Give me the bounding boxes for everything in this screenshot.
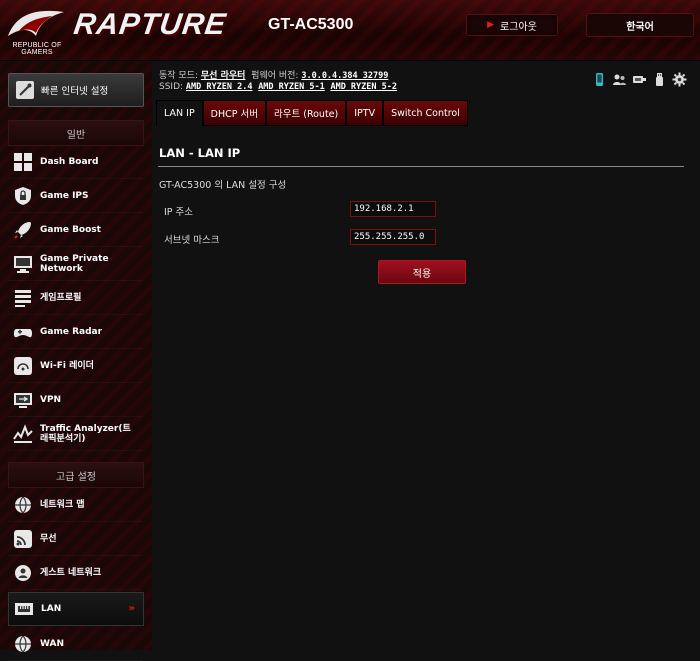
app-phone-icon[interactable] <box>592 72 607 87</box>
sidebar-item-wan[interactable]: WAN <box>8 628 142 661</box>
firmware-value-link[interactable]: 3.0.0.4.384_32799 <box>301 71 388 81</box>
wifi-radar-icon <box>14 357 32 375</box>
sidebar-item-label: Dash Board <box>40 157 99 167</box>
sidebar-item-game-private-network[interactable]: Game Private Network <box>8 248 142 281</box>
shield-lock-icon <box>15 187 31 205</box>
profile-list-icon <box>15 290 31 307</box>
page-description: GT-AC5300 의 LAN 설정 구성 <box>159 180 287 191</box>
page-title: LAN - LAN IP <box>159 146 241 160</box>
sidebar-item-label: Game IPS <box>40 191 89 201</box>
ssid-value-link[interactable]: AMD_RYZEN_5-2 <box>330 82 397 92</box>
sidebar-item-network-map[interactable]: 네트워크 맵 <box>8 489 142 522</box>
top-header: REPUBLIC OF GAMERS RAPTURE GT-AC5300 ▶ 로… <box>0 0 700 61</box>
sidebar-item-label: 게스트 네트워크 <box>40 568 102 578</box>
quick-setup-label: 빠른 인터넷 설정 <box>41 86 109 97</box>
language-select[interactable]: 한국어 <box>586 13 694 37</box>
section-general: 일반 <box>8 120 144 146</box>
vpn-icon <box>14 393 32 408</box>
sidebar-item-label: Game Boost <box>40 225 101 235</box>
section-advanced: 고급 설정 <box>8 462 144 488</box>
sidebar-item-label: 무선 <box>40 534 57 544</box>
settings-gear-icon[interactable] <box>672 72 687 87</box>
sidebar-item-guest-network[interactable]: 게스트 네트워크 <box>8 557 142 590</box>
sidebar-item-label: Traffic Analyzer(트래픽분석기) <box>40 424 131 444</box>
language-value: 한국어 <box>626 21 654 33</box>
wireless-icon <box>14 530 32 548</box>
ssid-label: SSID: <box>159 82 184 92</box>
sidebar-item-label: WAN <box>40 639 65 649</box>
sidebar-item-game-radar[interactable]: Game Radar <box>8 316 142 349</box>
quick-internet-setup-button[interactable]: 빠른 인터넷 설정 <box>8 73 144 107</box>
mode-value-link[interactable]: 무선 라우터 <box>201 71 246 81</box>
sidebar-item-wifi-radar[interactable]: Wi-Fi 레이더 <box>8 350 142 383</box>
usb-stick-icon[interactable] <box>652 72 667 87</box>
guest-network-icon <box>15 565 31 581</box>
firmware-label: 펌웨어 버전: <box>251 71 299 81</box>
sidebar-item-traffic-analyzer[interactable]: Traffic Analyzer(트래픽분석기) <box>8 418 142 451</box>
mode-label: 동작 모드: <box>159 71 199 81</box>
logout-button[interactable]: ▶ 로그아웃 <box>466 14 558 36</box>
sidebar-item-label: 게임프로필 <box>40 293 82 303</box>
tab-iptv[interactable]: IPTV <box>346 100 384 126</box>
sidebar-item-dashboard[interactable]: Dash Board <box>8 146 142 179</box>
wizard-wand-icon <box>16 81 34 99</box>
status-mode-firmware: 동작 모드: 무선 라우터 펌웨어 버전: 3.0.0.4.384_32799 <box>159 68 388 81</box>
sidebar-item-vpn[interactable]: VPN <box>8 384 142 417</box>
clients-icon[interactable] <box>612 72 627 87</box>
ssid-value-link[interactable]: AMD_RYZEN_2.4 <box>186 82 253 92</box>
rog-line1: REPUBLIC OF <box>12 42 62 49</box>
sidebar-item-label: VPN <box>40 395 62 405</box>
ip-address-label: IP 주소 <box>164 207 194 218</box>
sidebar-item-label: LAN <box>41 604 62 614</box>
logout-label: 로그아웃 <box>500 21 537 33</box>
tab-dhcp-server[interactable]: DHCP 서버 <box>202 100 266 126</box>
sidebar-item-label: Wi-Fi 레이더 <box>40 361 94 371</box>
sidebar-item-label: 네트워크 맵 <box>40 500 85 510</box>
play-arrow-icon: ▶ <box>487 20 495 30</box>
gamepad-icon <box>13 329 33 338</box>
tab-switch-control[interactable]: Switch Control <box>383 100 468 126</box>
status-ssid: SSID: AMD_RYZEN_2.4 AMD_RYZEN_5-1 AMD_RY… <box>159 82 397 92</box>
tab-route[interactable]: 라우트 (Route) <box>266 100 347 126</box>
sidebar-item-game-profile[interactable]: 게임프로필 <box>8 282 142 315</box>
tab-lan-ip[interactable]: LAN IP <box>156 100 203 126</box>
rog-eye-logo-icon[interactable] <box>6 6 66 44</box>
dashboard-icon <box>14 153 32 171</box>
sidebar-item-label: Game Radar <box>40 327 103 337</box>
wan-globe-icon <box>15 635 31 653</box>
apply-button[interactable]: 적용 <box>378 260 466 284</box>
sidebar-item-game-ips[interactable]: Game IPS <box>8 180 142 213</box>
lan-icon <box>15 603 33 615</box>
model-name: GT-AC5300 <box>268 16 354 33</box>
monitor-network-icon <box>14 256 32 273</box>
usb-device-icon[interactable] <box>632 72 647 87</box>
rog-line2: GAMERS <box>21 49 53 56</box>
sidebar-item-game-boost[interactable]: Game Boost <box>8 214 142 247</box>
ip-address-input[interactable]: 192.168.2.1 <box>350 201 436 217</box>
sidebar-item-wireless[interactable]: 무선 <box>8 523 142 556</box>
rog-wordmark: REPUBLIC OF GAMERS <box>4 42 70 56</box>
title-divider <box>158 166 684 167</box>
active-chevron-icon: » <box>128 603 135 614</box>
brand-title: RAPTURE <box>71 8 229 41</box>
globe-icon <box>15 496 31 514</box>
status-icons <box>592 72 687 87</box>
rocket-icon <box>14 222 31 239</box>
lan-tabs: LAN IP DHCP 서버 라우트 (Route) IPTV Switch C… <box>156 100 468 126</box>
subnet-mask-label: 서브넷 마스크 <box>164 235 220 246</box>
subnet-mask-input[interactable]: 255.255.255.0 <box>350 229 436 245</box>
traffic-chart-icon <box>13 424 33 443</box>
sidebar-item-label: Game Private Network <box>40 254 109 274</box>
ssid-value-link[interactable]: AMD_RYZEN_5-1 <box>258 82 325 92</box>
sidebar-item-lan[interactable]: LAN » <box>8 592 144 626</box>
